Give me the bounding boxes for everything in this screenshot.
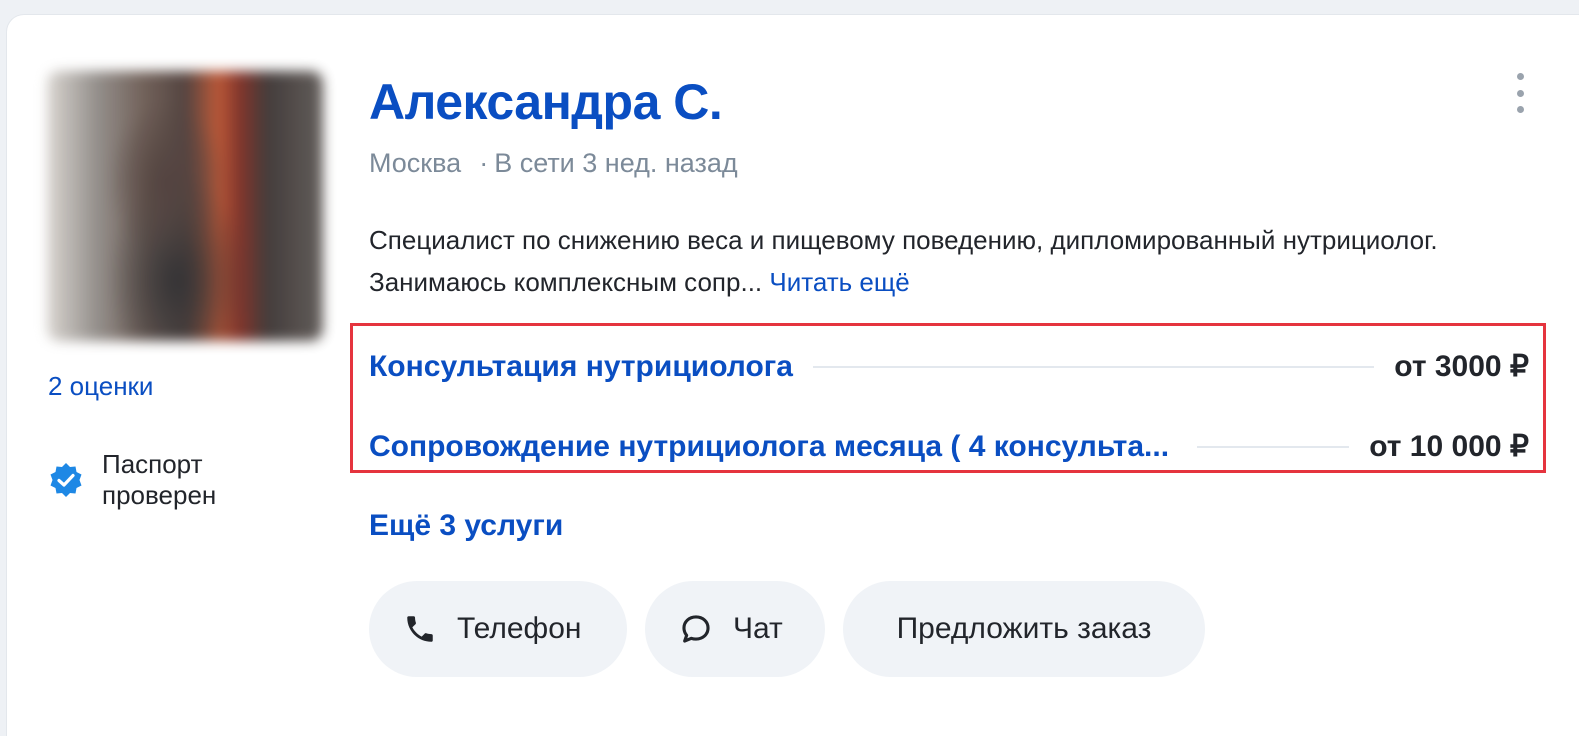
chat-icon [682, 615, 710, 643]
offer-order-button[interactable]: Предложить заказ [843, 581, 1205, 677]
profile-meta: Москва · В сети 3 нед. назад [369, 148, 738, 179]
service-row: Сопровождение нутрициолога месяца ( 4 ко… [369, 429, 1529, 464]
description: Специалист по снижению веса и пищевому п… [369, 219, 1469, 303]
passport-label: Паспорт проверен [102, 449, 217, 510]
menu-dot [1516, 73, 1524, 80]
more-services-link[interactable]: Ещё 3 услуги [369, 509, 563, 543]
meta-separator: · [479, 148, 489, 178]
city: Москва [369, 148, 462, 178]
dotted-leader [812, 366, 1375, 368]
phone-button[interactable]: Телефон [369, 581, 627, 677]
dotted-leader [1197, 446, 1350, 448]
verified-badge-icon [50, 463, 82, 497]
specialist-card: 2 оценки Паспорт проверен Александра С. … [6, 14, 1579, 736]
avatar-photo[interactable] [47, 71, 323, 341]
menu-dot [1516, 89, 1524, 97]
action-buttons: Телефон Чат Предложить заказ [369, 581, 1205, 677]
specialist-name[interactable]: Александра С. [369, 73, 723, 131]
service-title[interactable]: Сопровождение нутрициолога месяца ( 4 ко… [369, 430, 1169, 464]
chat-button[interactable]: Чат [645, 581, 825, 677]
read-more-link[interactable]: Читать ещё [769, 267, 909, 297]
chat-button-label: Чат [733, 612, 783, 645]
menu-dot [1516, 106, 1524, 113]
passport-verified: Паспорт проверен [48, 449, 242, 511]
service-price: от 10 000 ₽ [1369, 430, 1529, 463]
service-price: от 3000 ₽ [1394, 350, 1529, 383]
more-vertical-icon[interactable] [1507, 73, 1533, 113]
phone-icon [407, 616, 433, 642]
service-title[interactable]: Консультация нутрициолога [369, 350, 793, 384]
phone-button-label: Телефон [457, 612, 582, 645]
offer-order-label: Предложить заказ [896, 612, 1152, 645]
service-row: Консультация нутрициолога от 3000 ₽ [369, 349, 1529, 384]
ratings-link[interactable]: 2 оценки [48, 371, 153, 402]
last-seen: В сети 3 нед. назад [494, 148, 738, 178]
